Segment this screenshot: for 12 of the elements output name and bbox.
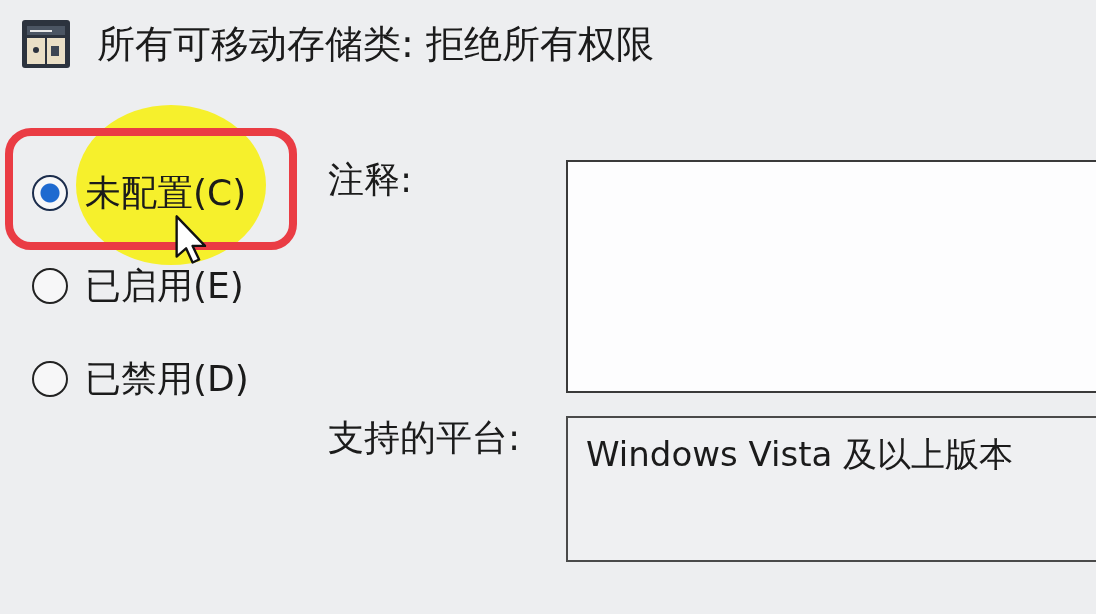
radio-button[interactable] — [32, 268, 68, 304]
radio-button[interactable] — [32, 361, 68, 397]
radio-label[interactable]: 已禁用(D) — [85, 359, 249, 399]
radio-label[interactable]: 未配置(C) — [85, 173, 247, 213]
radio-label[interactable]: 已启用(E) — [85, 266, 244, 306]
platform-label: 支持的平台: — [328, 418, 521, 458]
window-title: 所有可移动存储类: 拒绝所有权限 — [97, 21, 654, 68]
platform-text: Windows Vista 及以上版本 — [586, 434, 1014, 474]
panel-icon — [22, 20, 70, 68]
comment-field[interactable] — [566, 160, 1096, 393]
comment-label: 注释: — [328, 160, 413, 200]
radio-button[interactable] — [32, 175, 68, 211]
